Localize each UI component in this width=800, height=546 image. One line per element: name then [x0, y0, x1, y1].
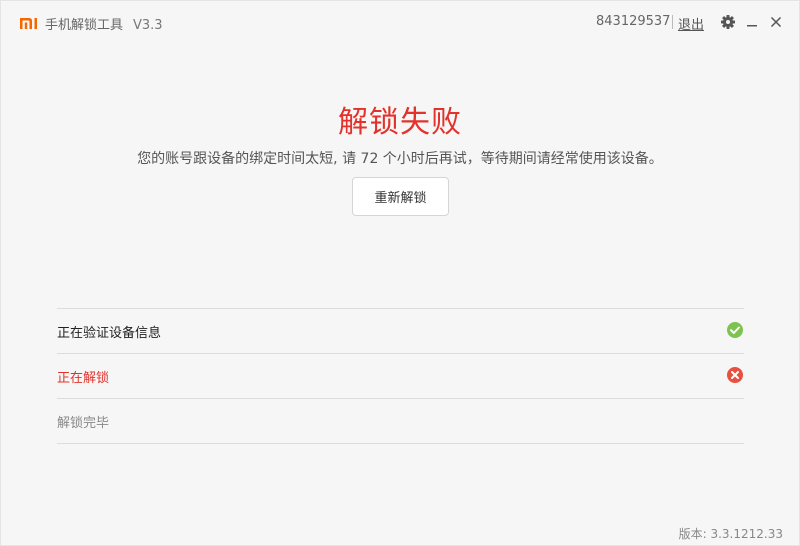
list-item: 正在验证设备信息 — [57, 308, 744, 353]
version-label: 版本: 3.3.1212.33 — [678, 527, 783, 541]
error-circle-icon — [726, 366, 744, 384]
title-bar: 手机解锁工具 V3.3 843129537 退出 — [1, 1, 799, 45]
logout-link[interactable]: 退出 — [678, 14, 704, 33]
minimize-icon[interactable] — [743, 13, 761, 31]
mi-logo-icon — [19, 15, 39, 29]
app-version: V3.3 — [133, 18, 163, 33]
result-description: 您的账号跟设备的绑定时间太短, 请 72 个小时后再试，等待期间请经常使用该设备… — [137, 151, 663, 167]
check-circle-icon — [726, 321, 744, 339]
account-id: 843129537 — [596, 14, 671, 29]
divider — [672, 15, 673, 29]
step-label: 正在验证设备信息 — [57, 326, 162, 341]
step-label: 解锁完毕 — [57, 416, 110, 431]
app-window: 手机解锁工具 V3.3 843129537 退出 解锁失败 您的账号跟设备的绑定… — [0, 0, 800, 546]
app-name: 手机解锁工具 — [45, 18, 124, 33]
gear-icon[interactable] — [719, 13, 737, 31]
retry-unlock-button[interactable]: 重新解锁 — [352, 177, 449, 216]
list-item: 解锁完毕 — [57, 398, 744, 444]
app-title: 手机解锁工具 V3.3 — [45, 14, 163, 33]
step-label: 正在解锁 — [57, 371, 110, 386]
steps-list: 正在验证设备信息 正在解锁 解锁完毕 — [57, 308, 744, 444]
list-item: 正在解锁 — [57, 353, 744, 398]
result-title: 解锁失败 — [338, 105, 462, 140]
close-icon[interactable] — [767, 13, 785, 31]
